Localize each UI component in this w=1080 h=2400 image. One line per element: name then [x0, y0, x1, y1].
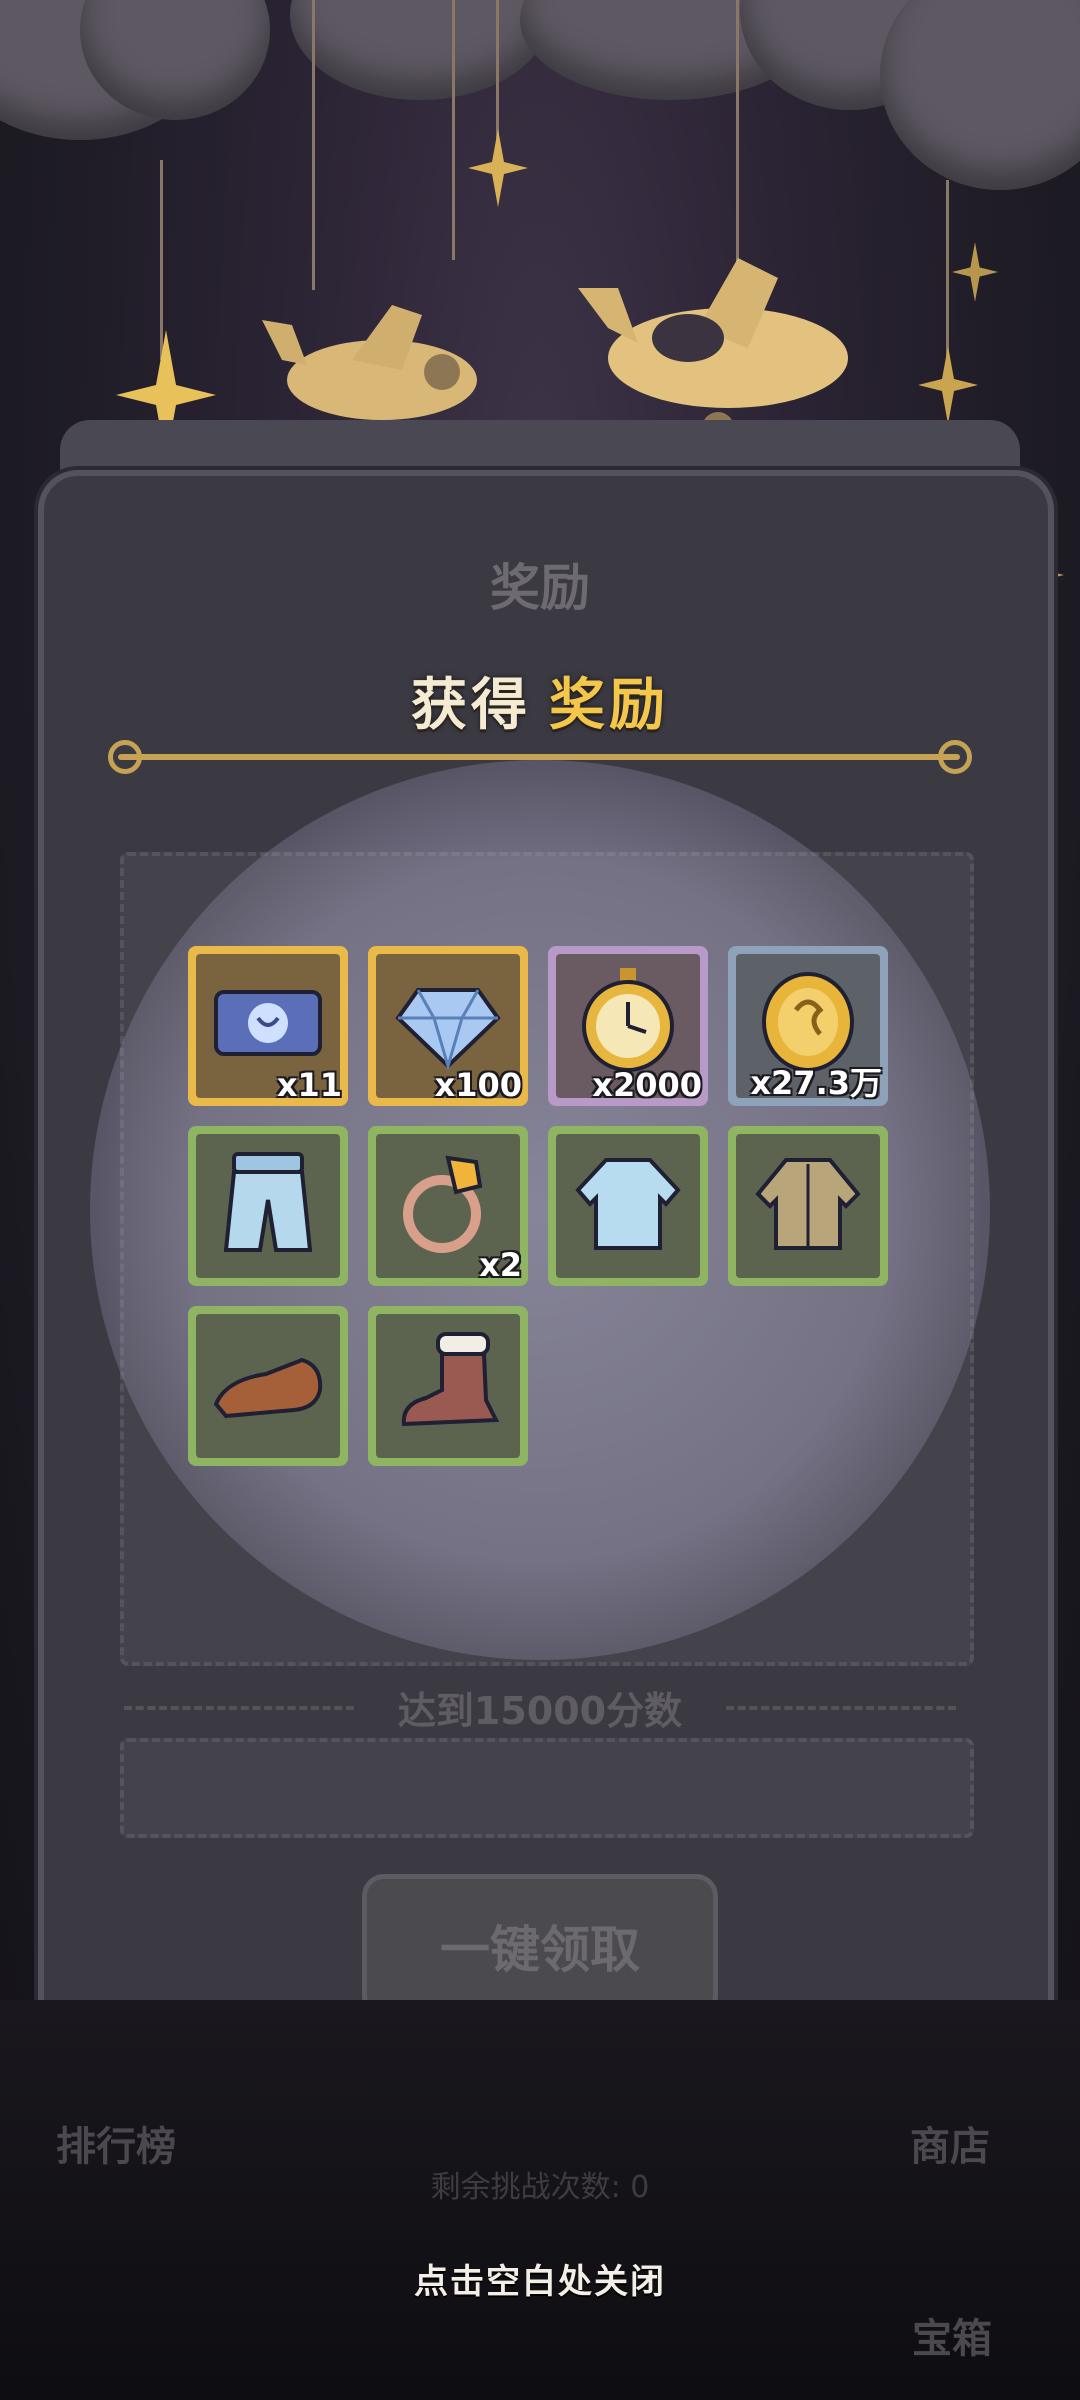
reward-item-pants[interactable]	[188, 1126, 348, 1286]
reward-item-shoe[interactable]	[188, 1306, 348, 1466]
item-quantity: x2000	[592, 1066, 702, 1104]
hanging-string	[452, 0, 455, 260]
reward-item-diamond[interactable]: x100	[368, 946, 528, 1106]
reward-card-bg	[120, 1738, 974, 1838]
reward-item-sweater[interactable]	[548, 1126, 708, 1286]
star-icon	[918, 346, 978, 424]
boot-icon	[401, 1332, 500, 1427]
item-quantity: x11	[276, 1066, 342, 1104]
shoe-icon	[213, 1357, 323, 1419]
reward-item-ticket[interactable]: x11	[188, 946, 348, 1106]
chest-label: 宝箱	[912, 2316, 992, 2362]
cloud-decoration	[880, 0, 1080, 190]
reward-item-stopwatch[interactable]: x2000	[548, 946, 708, 1106]
reward-title-part1: 获得	[411, 673, 531, 738]
reward-title-part2: 奖励	[549, 673, 669, 738]
score-target-label: 达到15000分数	[397, 1689, 683, 1733]
divider-knot	[108, 740, 142, 774]
star-icon	[468, 129, 528, 207]
hanging-string	[312, 0, 315, 290]
reward-title: 获得 奖励	[0, 660, 1080, 741]
item-quantity: x100	[434, 1066, 522, 1104]
pants-icon	[223, 1152, 313, 1252]
reward-item-jacket[interactable]	[728, 1126, 888, 1286]
item-quantity: x27.3万	[750, 1064, 882, 1102]
hanging-string	[496, 0, 499, 140]
claim-all-button: 一键领取	[362, 1874, 718, 2018]
reward-item-coin[interactable]: x27.3万	[728, 946, 888, 1106]
title-divider	[118, 754, 960, 760]
close-hint[interactable]: 点击空白处关闭	[370, 2246, 710, 2310]
divider-knot	[938, 740, 972, 774]
panel-title: 奖励	[490, 559, 590, 617]
sweater-icon	[575, 1158, 681, 1250]
game-stage[interactable]: 奖励 达到15000分数 一键领取 排行榜 商店 宝箱 剩余挑战次数: 0 获得…	[0, 0, 1080, 2400]
star-icon	[952, 242, 998, 302]
remaining-challenges: 剩余挑战次数: 0	[430, 2170, 650, 2205]
reward-item-boot[interactable]	[368, 1306, 528, 1466]
jacket-icon	[755, 1158, 861, 1250]
item-quantity: x2	[479, 1246, 522, 1284]
reward-item-ring[interactable]: x2	[368, 1126, 528, 1286]
cloud-decoration	[290, 0, 550, 100]
